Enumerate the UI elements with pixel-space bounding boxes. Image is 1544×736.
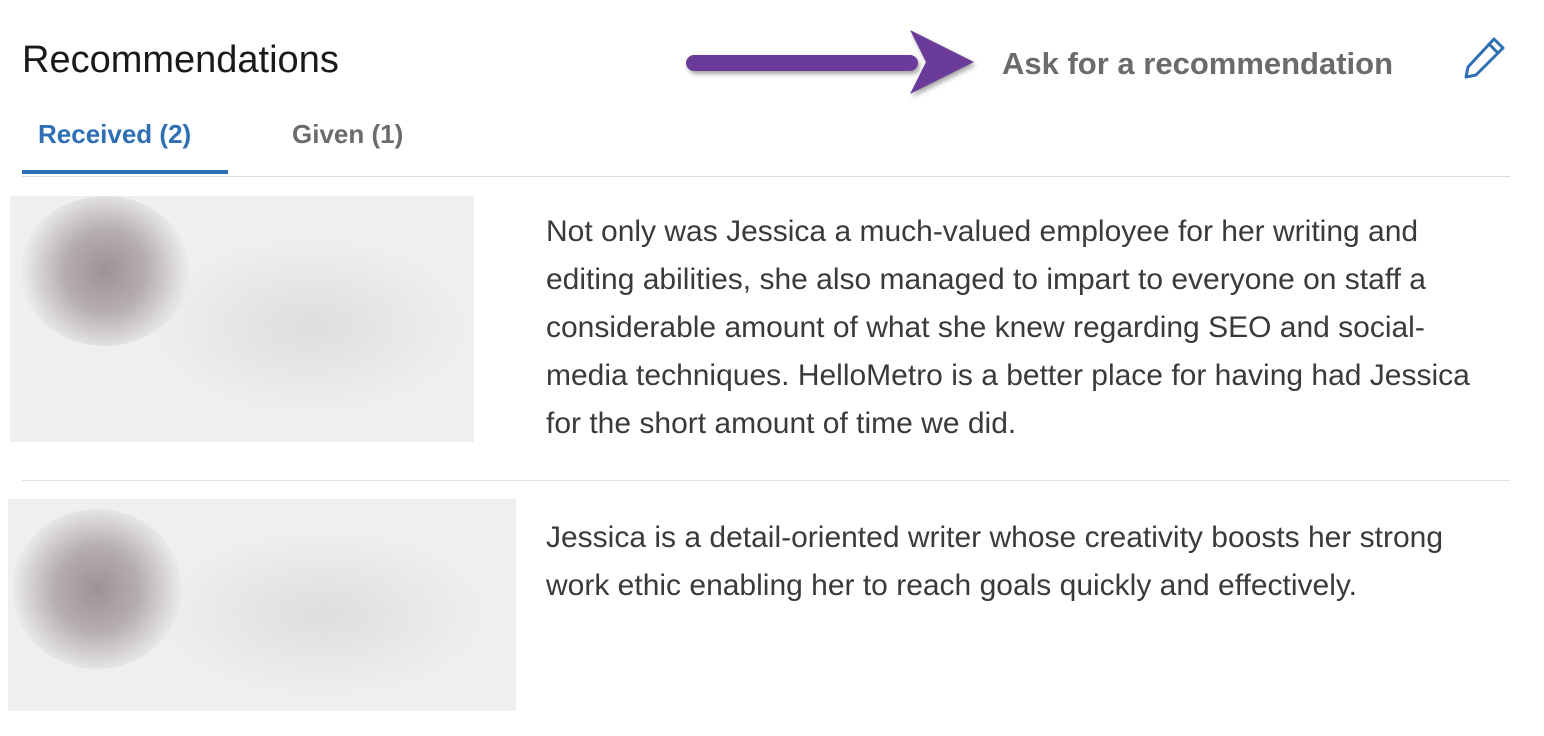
recommendation-item: Not only was Jessica a much-valued emplo… [0, 176, 1510, 480]
active-tab-indicator [22, 170, 228, 174]
blurred-recommender-info [10, 196, 474, 442]
section-title: Recommendations [22, 39, 339, 81]
tab-given[interactable]: Given (1) [292, 116, 403, 152]
recommendations-section: Recommendations Ask for a recommendation… [0, 0, 1544, 736]
pencil-icon[interactable] [1460, 34, 1508, 82]
avatar [12, 509, 182, 669]
ask-for-recommendation-link[interactable]: Ask for a recommendation [1002, 44, 1393, 84]
annotation-arrow-icon [686, 30, 974, 94]
recommendation-text: Jessica is a detail-oriented writer whos… [546, 521, 1444, 602]
recommendation-text: Not only was Jessica a much-valued emplo… [546, 215, 1470, 440]
blurred-recommender-info [8, 499, 516, 711]
recommendation-item: Jessica is a detail-oriented writer whos… [0, 481, 1510, 736]
tab-received[interactable]: Received (2) [38, 116, 191, 152]
recommendation-tabs: Received (2) Given (1) [22, 100, 1510, 177]
